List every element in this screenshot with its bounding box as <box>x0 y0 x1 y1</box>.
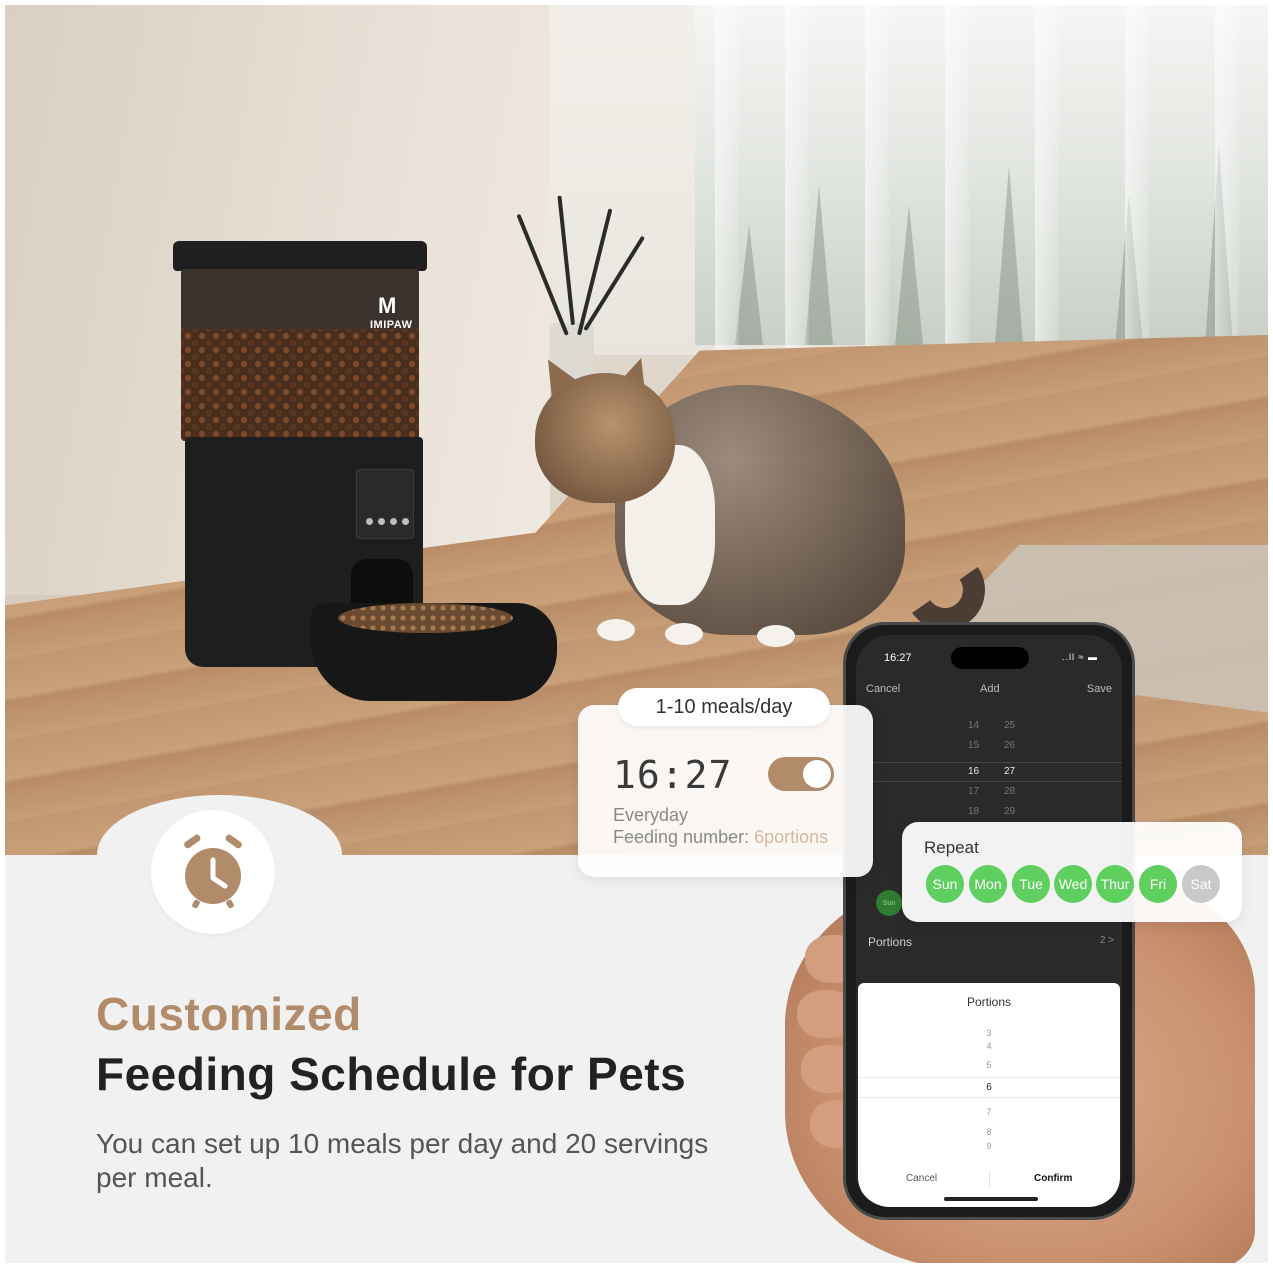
sheet-option[interactable]: 9 <box>858 1141 1120 1151</box>
panel-button <box>390 518 397 525</box>
day-thur[interactable]: Thur <box>1096 865 1134 903</box>
meal-time: 16:27 <box>613 753 733 797</box>
alarm-clock-icon <box>184 834 242 909</box>
curtain-fold <box>1035 5 1059 350</box>
portions-value: 2 > <box>1099 935 1114 946</box>
phone-day-sun[interactable]: Sun <box>876 890 902 916</box>
feeding-value: 6portions <box>754 827 829 847</box>
clock-badge <box>151 810 275 934</box>
curtain-fold <box>865 5 889 350</box>
portions-row[interactable]: Portions 2 > <box>868 935 1114 949</box>
repeat-label: Repeat <box>924 838 979 857</box>
sheet-option[interactable]: 3 <box>858 1028 1120 1038</box>
picker-minute: 28 <box>1004 786 1016 797</box>
toggle-knob <box>803 760 831 788</box>
day-mon[interactable]: Mon <box>969 865 1007 903</box>
feeder-lid <box>173 241 427 271</box>
sheet-option-selected[interactable]: 6 <box>858 1077 1120 1098</box>
curtain-fold <box>785 5 809 350</box>
day-wed[interactable]: Wed <box>1054 865 1092 903</box>
dynamic-island <box>951 647 1029 669</box>
picker-minute: 25 <box>1004 720 1016 731</box>
picker-hour: 15 <box>968 740 980 751</box>
product-graphic: M IMIPAW Customized Feeding Schedule for… <box>5 5 1268 1263</box>
curtain-fold <box>945 5 969 350</box>
picker-row[interactable]: 14 25 <box>856 720 1122 740</box>
picker-minute: 29 <box>1004 806 1016 817</box>
time-picker[interactable]: 14 25 15 26 16 27 17 28 18 29 <box>856 720 1122 830</box>
day-sun[interactable]: Sun <box>926 865 964 903</box>
sheet-title: Portions <box>966 995 1012 1009</box>
day-tue[interactable]: Tue <box>1012 865 1050 903</box>
sheet-option[interactable]: 5 <box>858 1060 1120 1070</box>
kibble-fill <box>181 329 419 441</box>
window-curtains <box>695 5 1268 350</box>
portions-label: Portions <box>868 935 913 949</box>
sheet-option[interactable]: 8 <box>858 1127 1120 1137</box>
cat-head <box>535 373 675 503</box>
curtain-fold <box>1125 5 1149 350</box>
home-indicator <box>944 1197 1038 1201</box>
sheet-cancel-button[interactable]: Cancel <box>906 1173 937 1184</box>
picker-minute: 26 <box>1004 740 1016 751</box>
meal-toggle[interactable] <box>768 757 834 791</box>
headline-accent: Customized <box>96 988 362 1040</box>
meal-frequency: Everyday <box>613 805 689 825</box>
picker-row-selected[interactable]: 16 27 <box>856 762 1122 782</box>
headline-main: Feeding Schedule for Pets <box>96 1048 687 1100</box>
meals-per-day-pill: 1-10 meals/day <box>618 688 830 726</box>
cat-paw <box>597 619 635 641</box>
tree-silhouette <box>805 185 833 345</box>
tree-silhouette <box>995 165 1023 345</box>
feeding-number: Feeding number: 6portions <box>613 827 828 848</box>
panel-button <box>402 518 409 525</box>
picker-hour: 17 <box>968 786 980 797</box>
app-nav-bar: Cancel Add Save <box>856 683 1122 703</box>
picker-row[interactable]: 17 28 <box>856 786 1122 806</box>
day-fri[interactable]: Fri <box>1139 865 1177 903</box>
cat-paw <box>757 625 795 647</box>
brand-logo-text: IMIPAW <box>370 319 413 331</box>
tree-silhouette <box>735 225 763 345</box>
cat-paw <box>665 623 703 645</box>
sheet-option[interactable]: 4 <box>858 1041 1120 1051</box>
picker-minute: 27 <box>1004 766 1016 777</box>
sheet-option[interactable]: 7 <box>858 1107 1120 1117</box>
bowl-kibble <box>338 603 513 633</box>
pet-feeder: M IMIPAW <box>173 241 558 701</box>
picker-hour: 16 <box>968 766 980 777</box>
sheet-confirm-button[interactable]: Confirm <box>1034 1173 1072 1184</box>
nav-title: Add <box>980 683 1000 695</box>
nav-cancel-button[interactable]: Cancel <box>866 683 900 695</box>
picker-hour: 18 <box>968 806 980 817</box>
tree-silhouette <box>895 205 923 345</box>
control-panel <box>356 469 414 539</box>
feeding-label: Feeding number: <box>613 827 755 847</box>
status-time: 16:27 <box>884 652 912 664</box>
sheet-divider <box>989 1171 990 1187</box>
panel-button <box>378 518 385 525</box>
brand-logo-mark: M <box>378 293 397 318</box>
description-text: You can set up 10 meals per day and 20 s… <box>96 1128 709 1193</box>
curtain-fold <box>715 5 739 350</box>
status-icons: ..ll ≈ ▬ <box>1062 652 1098 662</box>
picker-row[interactable]: 15 26 <box>856 740 1122 760</box>
portions-sheet: Portions 3 4 5 6 7 8 9 Cancel Confirm <box>858 983 1120 1207</box>
curtain-fold <box>1215 5 1239 350</box>
picker-hour: 14 <box>968 720 980 731</box>
panel-button <box>366 518 373 525</box>
day-sat[interactable]: Sat <box>1182 865 1220 903</box>
nav-save-button[interactable]: Save <box>1087 683 1112 695</box>
